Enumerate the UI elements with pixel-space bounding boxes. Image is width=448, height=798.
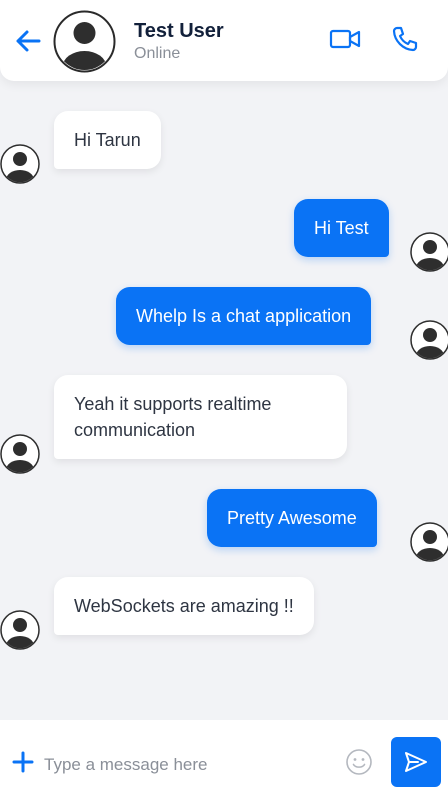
- back-arrow-icon[interactable]: [14, 28, 42, 54]
- message-bubble-incoming: WebSockets are amazing !!: [54, 577, 314, 635]
- phone-call-icon[interactable]: [391, 25, 419, 53]
- send-icon: [405, 752, 427, 772]
- self-avatar: [410, 232, 448, 272]
- send-button[interactable]: [391, 737, 441, 787]
- contact-status: Online: [134, 45, 181, 62]
- message-bubble-incoming: Hi Tarun: [54, 111, 161, 169]
- message-bubble-incoming: Yeah it supports realtime communication: [54, 375, 347, 459]
- contact-avatar[interactable]: [53, 10, 116, 73]
- emoji-icon[interactable]: [345, 748, 373, 776]
- plus-icon[interactable]: [12, 751, 34, 773]
- self-avatar: [410, 522, 448, 562]
- sender-avatar: [0, 610, 40, 650]
- message-bubble-outgoing: Whelp Is a chat application: [116, 287, 372, 345]
- contact-name: Test User: [134, 20, 224, 42]
- video-call-icon[interactable]: [329, 27, 361, 51]
- chat-header: Test User Online: [0, 0, 448, 81]
- sender-avatar: [0, 434, 40, 474]
- message-bubble-outgoing: Hi Test: [294, 199, 389, 257]
- sender-avatar: [0, 144, 40, 184]
- message-bubble-outgoing: Pretty Awesome: [207, 489, 377, 547]
- message-input[interactable]: [44, 747, 334, 783]
- self-avatar: [410, 320, 448, 360]
